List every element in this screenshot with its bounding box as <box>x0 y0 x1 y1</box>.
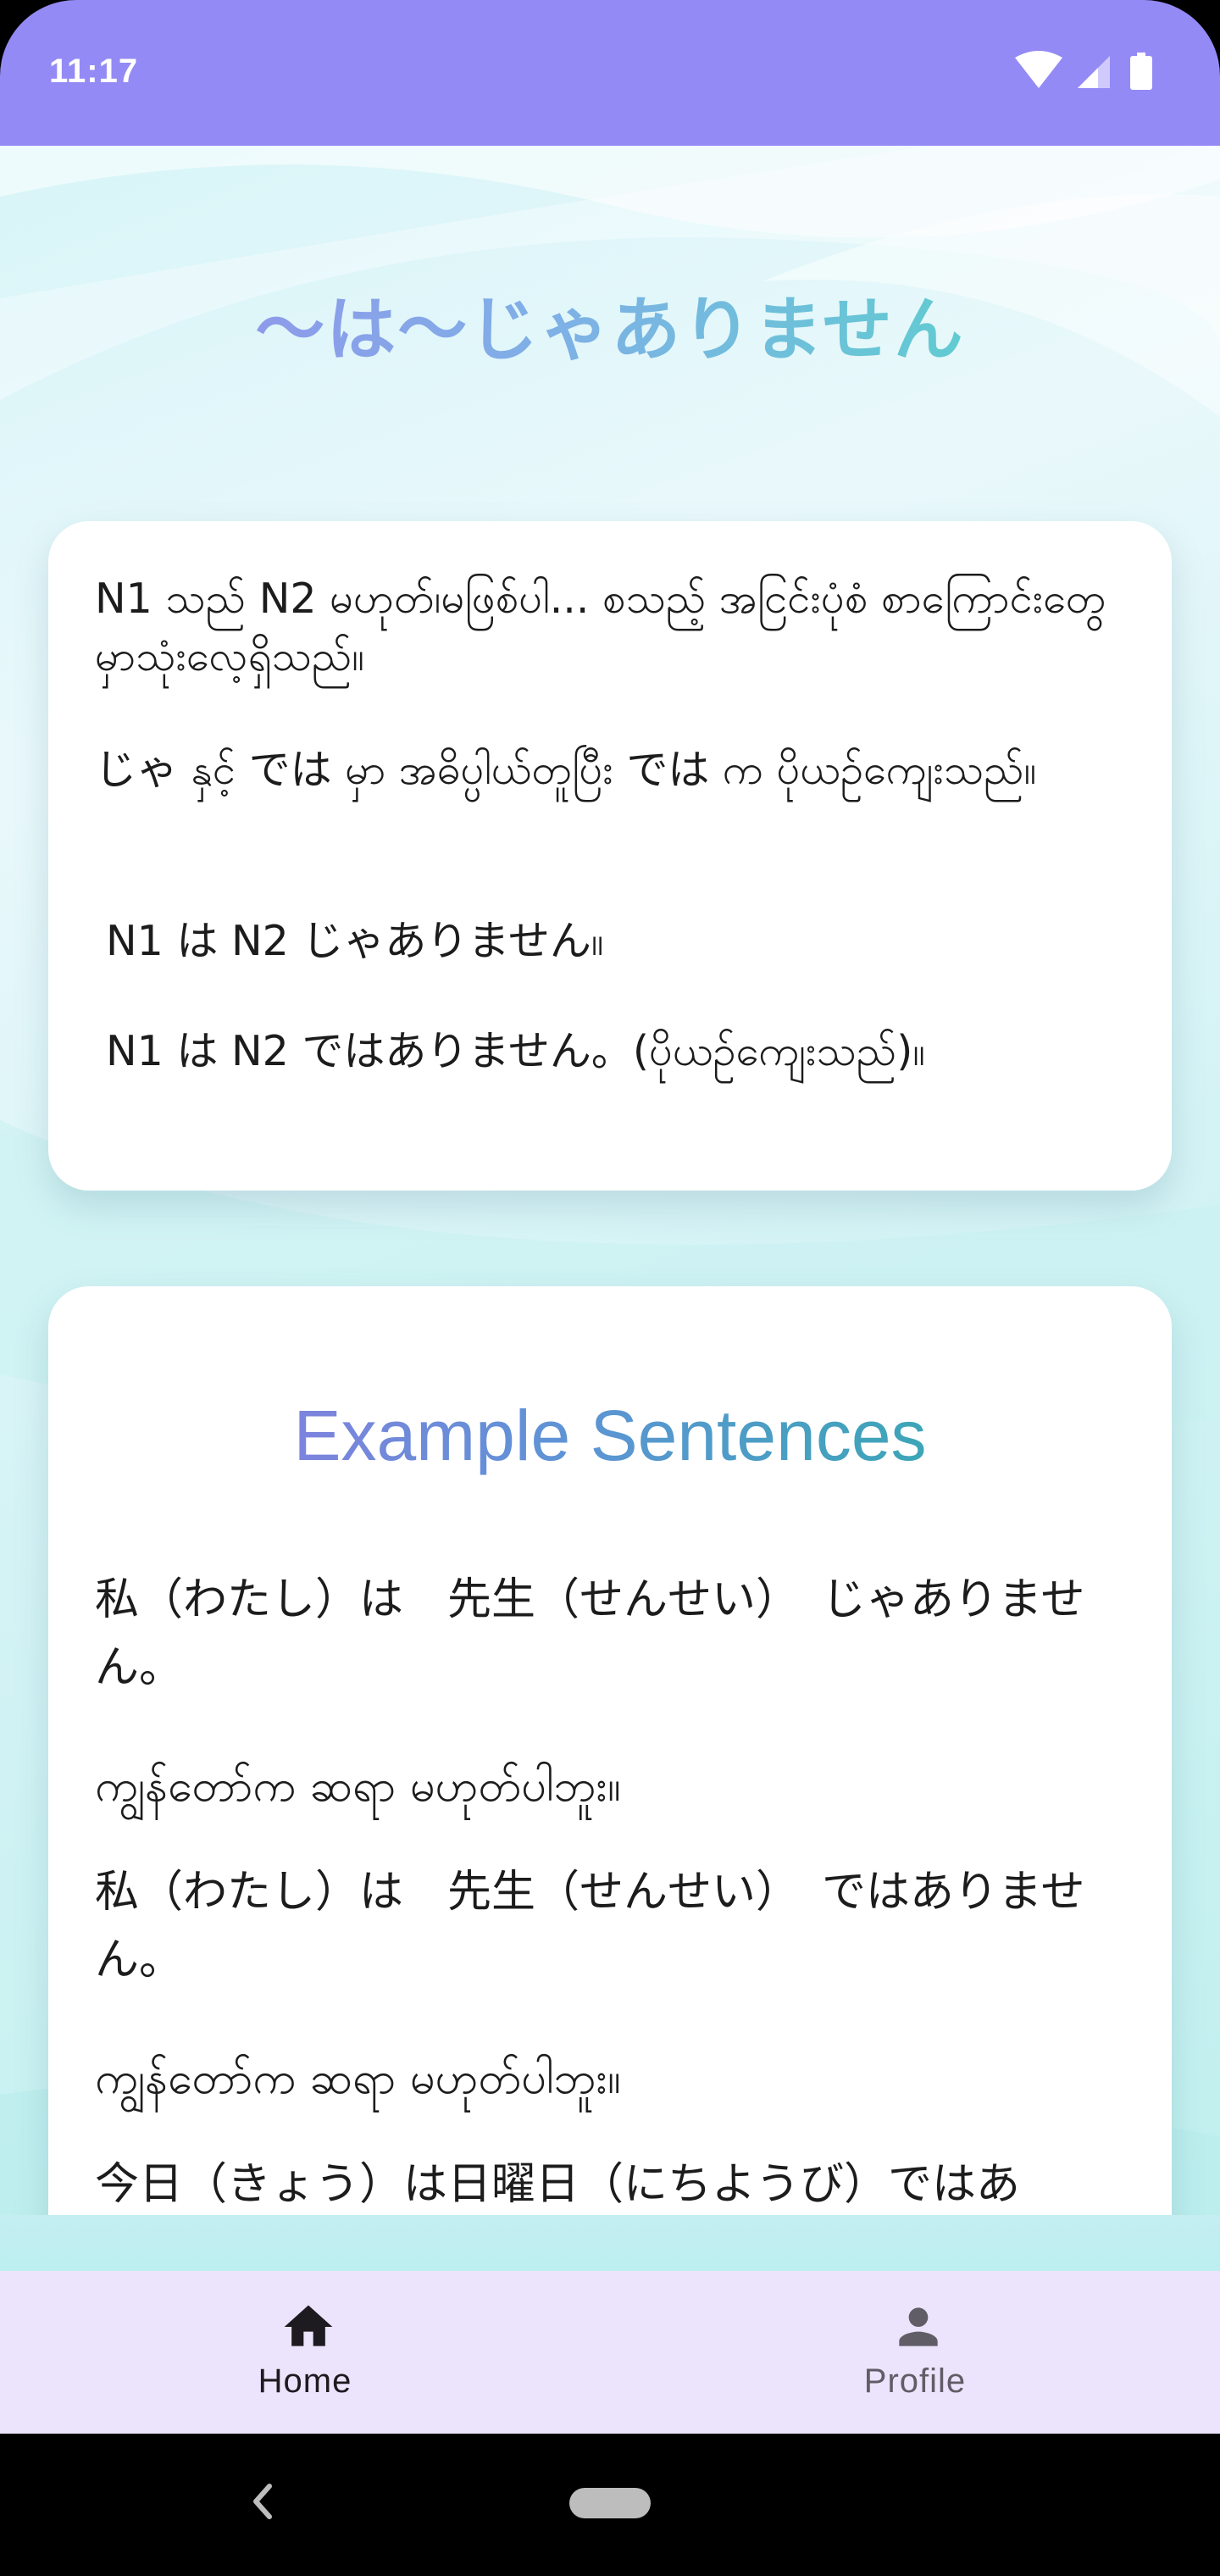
signal-icon <box>1078 56 1110 88</box>
example-translation: ကျွန်တော်က ဆရာ မဟုတ်ပါဘူး။ <box>95 1761 621 1812</box>
device-frame: 11:17 〜は〜じゃありません N1 သည် N2 မဟုတ်၊မဖြစ်ပါ… <box>0 0 1220 2576</box>
grammar-pattern-casual: N1 は N2 じゃありません။ <box>106 917 604 965</box>
example-translation: ကျွန်တော်က ဆရာ မဟုတ်ပါဘူး။ <box>95 2053 621 2104</box>
person-icon <box>899 2307 938 2346</box>
nav-label-home: Home <box>258 2362 352 2400</box>
status-bar: 11:17 <box>0 0 1220 146</box>
main-content[interactable]: 〜は〜じゃありません N1 သည် N2 မဟုတ်၊မဖြစ်ပါ... စသ… <box>0 146 1220 2271</box>
nav-item-home[interactable]: Home <box>152 2271 458 2434</box>
nav-item-profile[interactable]: Profile <box>762 2271 1068 2434</box>
examples-title: Example Sentences <box>48 1395 1172 1477</box>
content-bottom-edge <box>0 2215 1220 2271</box>
home-icon <box>284 2305 333 2346</box>
home-pill[interactable] <box>569 2488 651 2518</box>
status-time: 11:17 <box>49 53 139 90</box>
examples-card: Example Sentences 私（わたし）は 先生（せんせい） じゃありま… <box>48 1286 1172 2271</box>
example-sentence: 私（わたし）は 先生（せんせい） じゃありません。 <box>95 1574 1085 1693</box>
example-sentence: 今日（きょう）は日曜日（にちようび）ではあ <box>95 2159 1021 2210</box>
example-sentence: 私（わたし）は 先生（せんせい） ではありません。 <box>95 1867 1085 1985</box>
grammar-explanation: N1 သည် N2 မဟုတ်၊မဖြစ်ပါ... စသည့် အငြင်းပ… <box>95 575 1106 680</box>
page-title: 〜は〜じゃありません <box>0 273 1220 374</box>
bottom-navigation: Home Profile <box>0 2271 1220 2434</box>
grammar-pattern-polite: N1 は N2 ではありません。(ပိုယဉ်ကျေးသည်)။ <box>106 1027 926 1075</box>
system-navigation-bar <box>0 2434 1220 2576</box>
nav-label-profile: Profile <box>863 2362 967 2400</box>
status-icons <box>1015 51 1152 90</box>
wifi-icon <box>1015 51 1062 88</box>
back-icon[interactable] <box>246 2478 280 2525</box>
grammar-note: じゃ နှင့် では မှာ အဓိပ္ပါယ်တူပြီး では က ပို… <box>95 746 1037 794</box>
battery-icon <box>1130 53 1152 90</box>
grammar-card: N1 သည် N2 မဟုတ်၊မဖြစ်ပါ... စသည့် အငြင်းပ… <box>48 521 1172 1191</box>
